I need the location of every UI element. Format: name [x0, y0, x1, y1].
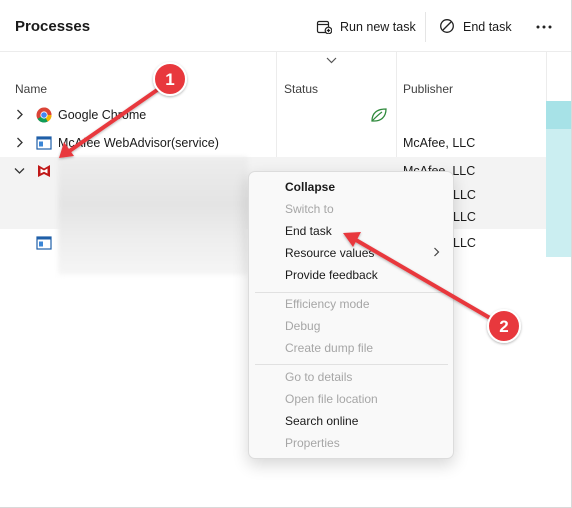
sort-chevron-icon[interactable]	[326, 56, 337, 67]
app-window-icon	[36, 135, 52, 151]
menu-divider	[255, 364, 448, 365]
menu-item-resource-values[interactable]: Resource values	[285, 246, 374, 260]
task-manager-window: Processes Run new task End task Name Sta…	[0, 0, 572, 508]
submenu-arrow-icon	[433, 247, 440, 260]
resource-heat-column	[546, 101, 571, 257]
more-options-button[interactable]	[530, 12, 558, 42]
annotation-badge-2: 2	[487, 309, 521, 343]
run-new-task-label: Run new task	[340, 20, 416, 34]
column-header-publisher[interactable]: Publisher	[403, 82, 453, 96]
context-menu: Collapse Switch to End task Resource val…	[248, 171, 454, 459]
run-new-task-button[interactable]: Run new task	[310, 12, 422, 42]
publisher-cell: LLC	[453, 236, 476, 250]
annotation-badge-2-number: 2	[499, 317, 508, 336]
menu-divider	[255, 292, 448, 293]
header-divider	[425, 12, 426, 42]
menu-item-efficiency-mode: Efficiency mode	[285, 297, 370, 311]
efficiency-leaf-icon	[370, 107, 388, 126]
publisher-cell: McAfee, LLC	[403, 136, 476, 150]
menu-item-create-dump-file: Create dump file	[285, 341, 374, 355]
heat-cell	[546, 101, 571, 129]
end-task-icon	[439, 18, 455, 37]
end-task-header-button[interactable]: End task	[433, 12, 518, 42]
more-dots-icon	[536, 25, 552, 29]
process-row-webadvisor[interactable]: McAfee WebAdvisor(service) McAfee, LLC	[0, 129, 546, 157]
menu-item-properties: Properties	[285, 436, 340, 450]
end-task-label: End task	[463, 20, 512, 34]
publisher-cell: LLC	[453, 188, 476, 202]
process-name: McAfee WebAdvisor(service)	[58, 136, 219, 150]
menu-item-provide-feedback[interactable]: Provide feedback	[285, 268, 378, 282]
process-row-chrome[interactable]: Google Chrome	[0, 101, 546, 129]
collapse-chevron-icon[interactable]	[14, 166, 25, 178]
processes-header: Processes Run new task End task	[0, 0, 571, 52]
redacted-area	[58, 157, 248, 275]
process-name: Google Chrome	[58, 108, 147, 122]
menu-item-debug: Debug	[285, 319, 321, 333]
annotation-badge-1-number: 1	[165, 70, 174, 89]
app-window-icon	[36, 235, 52, 251]
expand-chevron-icon[interactable]	[16, 137, 24, 151]
menu-item-open-file-location: Open file location	[285, 392, 378, 406]
menu-item-search-online[interactable]: Search online	[285, 414, 358, 428]
column-header-name[interactable]: Name	[15, 82, 47, 96]
mcafee-icon	[36, 163, 52, 179]
run-task-icon	[316, 18, 333, 37]
expand-chevron-icon[interactable]	[16, 109, 24, 123]
page-title: Processes	[15, 18, 91, 35]
column-header-status[interactable]: Status	[284, 82, 318, 96]
publisher-cell: LLC	[453, 210, 476, 224]
menu-item-collapse[interactable]: Collapse	[285, 180, 335, 194]
menu-item-go-to-details: Go to details	[285, 370, 353, 384]
menu-item-end-task[interactable]: End task	[285, 224, 332, 238]
chrome-icon	[36, 107, 52, 123]
menu-item-switch-to: Switch to	[285, 202, 334, 216]
annotation-badge-1: 1	[153, 62, 187, 96]
